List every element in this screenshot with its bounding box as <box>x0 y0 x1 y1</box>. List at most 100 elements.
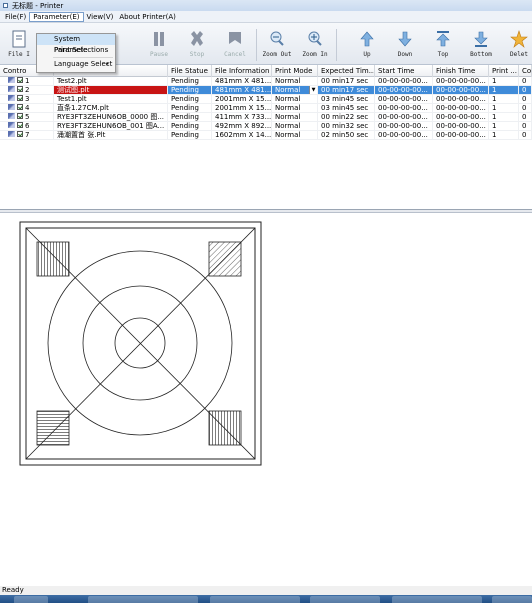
row-number: 6 <box>25 122 30 130</box>
table-row[interactable]: 2 测试图.plt Pending 481mm X 481... Normal ▼ 00 m… <box>0 86 532 95</box>
cell-start-text: 00-00-00-00... <box>378 95 428 103</box>
cell-info: 492mm X 892... <box>212 122 272 131</box>
cell-control: 5 <box>0 113 54 122</box>
zoom-out-button[interactable]: Zoom Out <box>260 29 294 63</box>
move-up-button[interactable]: Up <box>350 29 384 63</box>
cell-file-text: 涌潮置首 张.Plt <box>57 131 106 139</box>
toolbar-separator <box>256 29 257 61</box>
cell-print-text: 1 <box>492 104 497 112</box>
cell-control: 1 <box>0 77 54 86</box>
table-row[interactable]: 1 Test2.plt Pending 481mm X 481... Normal 00 … <box>0 77 532 86</box>
move-bottom-button[interactable]: Bottom <box>464 29 498 63</box>
cell-co-text: 0 <box>522 77 527 85</box>
toolbar-separator <box>336 29 337 61</box>
cell-control: 3 <box>0 95 54 104</box>
stop-button[interactable]: Stop <box>180 29 214 63</box>
cell-finish: 00-00-00-00... <box>433 131 489 140</box>
column-header-finish[interactable]: Finish Time <box>433 65 489 77</box>
table-row[interactable]: 7 涌潮置首 张.Plt Pending 1602mm X 14... Normal 02… <box>0 131 532 140</box>
menu-separator <box>53 57 113 58</box>
table-row[interactable]: 4 直条1.27CM.plt Pending 2001mm X 15... Normal… <box>0 104 532 113</box>
cell-mode: Normal <box>272 131 318 140</box>
taskbar-button[interactable] <box>88 596 198 603</box>
cell-mode-text: Normal <box>275 95 301 103</box>
cell-print-text: 1 <box>492 95 497 103</box>
cell-expected-text: 00 min32 sec <box>321 122 369 130</box>
cell-file: RYE3FT3ZEHUN6OB_001 图A... <box>54 122 168 131</box>
cell-co: 0 <box>519 86 532 95</box>
cell-info: 481mm X 481... <box>212 77 272 86</box>
cell-file-text: RYE3FT3ZEHUN6OB_0000 图... <box>57 113 165 121</box>
cell-expected-text: 03 min45 sec <box>321 95 369 103</box>
cell-start: 00-00-00-00... <box>375 77 433 86</box>
cell-status: Pending <box>168 95 212 104</box>
taskbar-button[interactable] <box>210 596 300 603</box>
cell-status: Pending <box>168 104 212 113</box>
zoom-in-button[interactable]: Zoom In <box>298 29 332 63</box>
taskbar-button[interactable] <box>492 596 532 603</box>
pen-icon <box>8 122 15 128</box>
cell-co-text: 0 <box>522 113 527 121</box>
menu-item-system-parameter[interactable]: System Paramete <box>37 34 115 54</box>
column-header-status[interactable]: File Statue <box>168 65 212 77</box>
row-checkbox[interactable] <box>17 104 23 110</box>
column-header-print[interactable]: Print ... <box>489 65 519 77</box>
cell-co-text: 0 <box>522 131 527 139</box>
cell-mode-text: Normal <box>275 113 301 121</box>
cell-print: 1 <box>489 95 519 104</box>
column-header-start[interactable]: Start Time <box>375 65 433 77</box>
taskbar-button[interactable] <box>310 596 380 603</box>
chevron-down-icon[interactable]: ▼ <box>309 86 317 94</box>
column-header-mode[interactable]: Print Mode <box>272 65 318 77</box>
cell-file-text: Test2.plt <box>57 77 87 85</box>
cell-expected-text: 00 min22 sec <box>321 113 369 121</box>
cell-finish: 00-00-00-00... <box>433 113 489 122</box>
cancel-button[interactable]: Cancel <box>218 29 252 63</box>
cell-finish: 00-00-00-00... <box>433 122 489 131</box>
delete-button[interactable]: Delet <box>502 29 532 63</box>
cell-expected-text: 02 min50 sec <box>321 131 369 139</box>
cell-mode: Normal <box>272 122 318 131</box>
menu-item-print-selections[interactable]: Print Selections <box>37 45 115 56</box>
cell-print-text: 1 <box>492 77 497 85</box>
cell-mode-text: Normal <box>275 77 301 85</box>
taskbar-button[interactable] <box>392 596 482 603</box>
row-checkbox[interactable] <box>17 95 23 101</box>
menu-item-language-select[interactable]: Language Select ▸ <box>37 59 115 70</box>
cell-expected: 00 min17 sec <box>318 77 375 86</box>
column-header-info[interactable]: File Information <box>212 65 272 77</box>
taskbar <box>0 595 532 603</box>
menu-bar: File(F) Parameter(E) View(V) About Print… <box>0 11 532 22</box>
row-checkbox[interactable] <box>17 113 23 119</box>
menu-file[interactable]: File(F) <box>2 12 29 22</box>
pen-icon <box>8 104 15 110</box>
row-checkbox[interactable] <box>17 77 23 83</box>
file-import-button[interactable]: File I <box>2 29 36 63</box>
stop-icon <box>191 31 203 46</box>
cell-info-text: 481mm X 481... <box>215 77 272 85</box>
cell-expected: 03 min45 sec <box>318 95 375 104</box>
cell-print-text: 1 <box>492 122 497 130</box>
pause-button[interactable]: Pause <box>142 29 176 63</box>
column-header-co[interactable]: Co <box>519 65 532 77</box>
taskbar-button[interactable] <box>14 596 48 603</box>
zoom-in-icon <box>308 31 322 46</box>
column-header-expected[interactable]: Expected Tim... <box>318 65 375 77</box>
move-down-button[interactable]: Down <box>388 29 422 63</box>
cancel-icon <box>229 32 241 44</box>
row-checkbox[interactable] <box>17 86 23 92</box>
row-checkbox[interactable] <box>17 122 23 128</box>
row-checkbox[interactable] <box>17 131 23 137</box>
move-top-button[interactable]: Top <box>426 29 460 63</box>
table-row[interactable]: 5 RYE3FT3ZEHUN6OB_0000 图... Pending 411mm X… <box>0 113 532 122</box>
pen-icon <box>8 113 15 119</box>
cell-info-text: 2001mm X 15... <box>215 104 272 112</box>
menu-about[interactable]: About Printer(A) <box>116 12 178 22</box>
menu-parameter[interactable]: Parameter(E) <box>29 11 84 22</box>
cell-finish: 00-00-00-00... <box>433 95 489 104</box>
table-row[interactable]: 6 RYE3FT3ZEHUN6OB_001 图A... Pending 492mm X… <box>0 122 532 131</box>
cell-start-text: 00-00-00-00... <box>378 86 428 94</box>
cell-print: 1 <box>489 77 519 86</box>
table-row[interactable]: 3 Test1.plt Pending 2001mm X 15... Normal 03 … <box>0 95 532 104</box>
menu-view[interactable]: View(V) <box>84 12 117 22</box>
